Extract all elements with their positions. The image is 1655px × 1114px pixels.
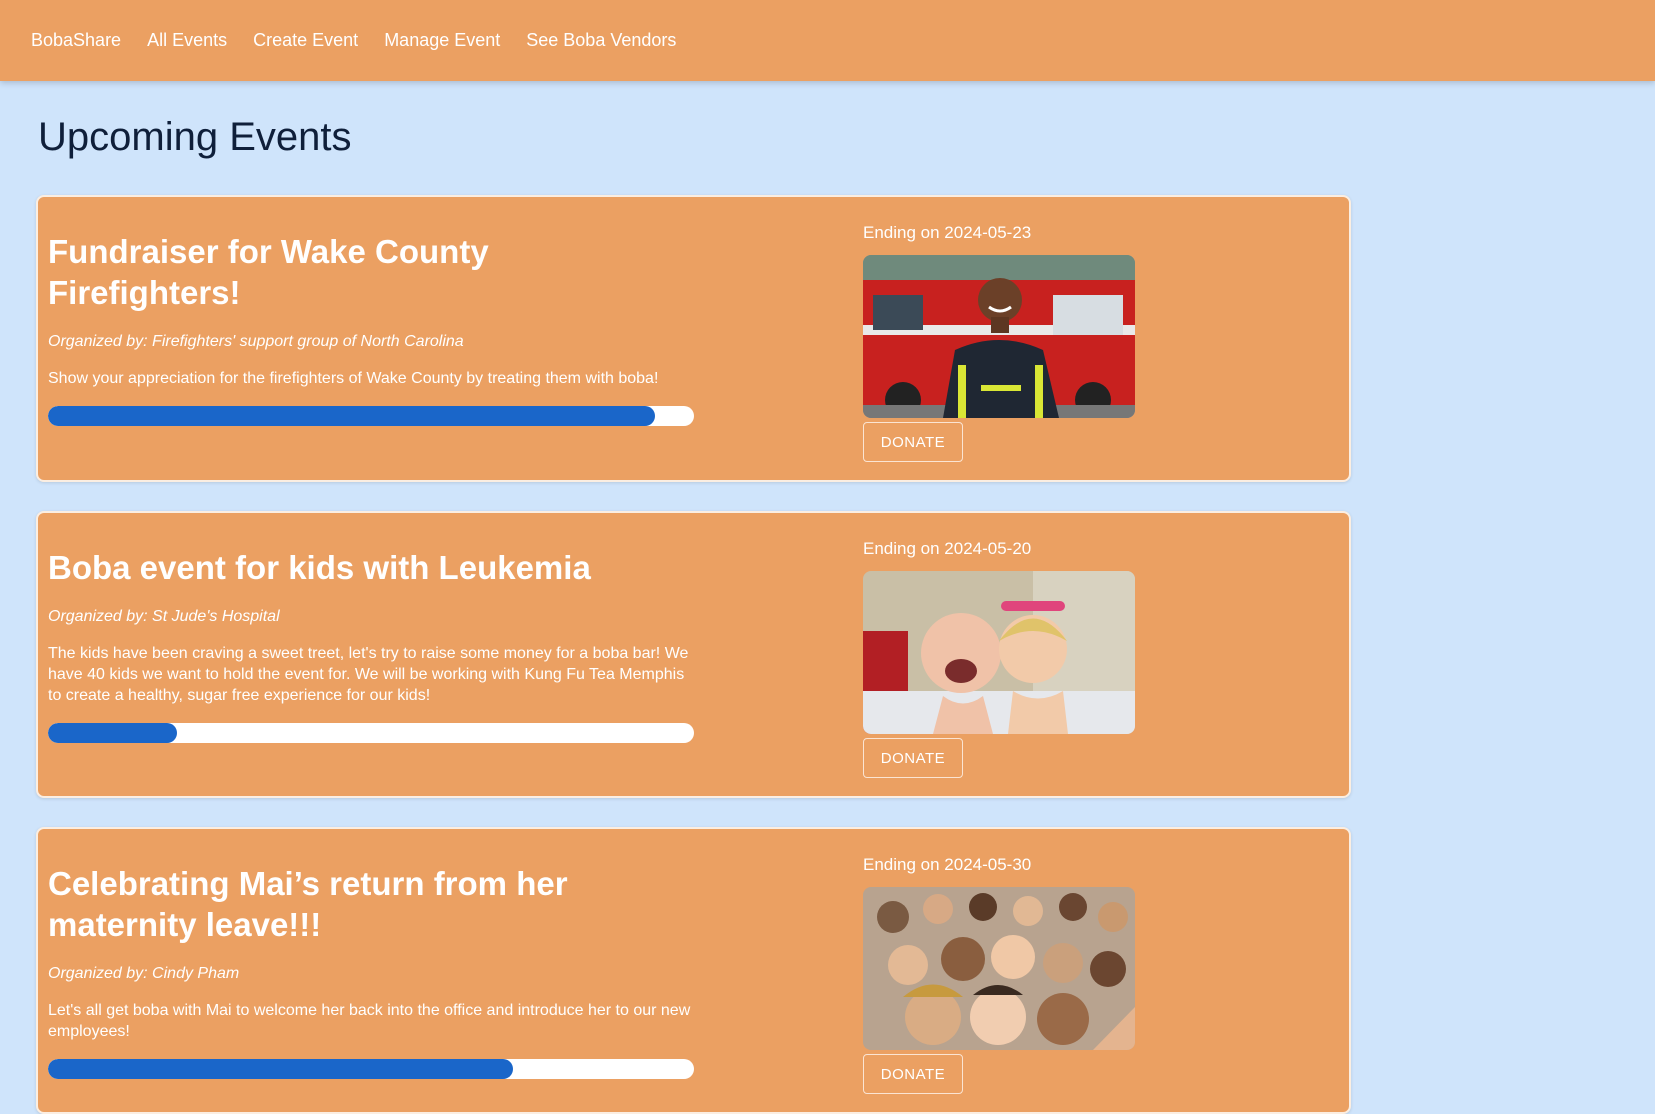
event-card: Fundraiser for Wake County Firefighters!… [36,195,1351,482]
navbar: BobaShare All Events Create Event Manage… [0,0,1655,81]
nav-brand[interactable]: BobaShare [31,30,121,51]
event-title: Celebrating Mai’s return from her matern… [48,865,568,943]
event-title: Fundraiser for Wake County Firefighters! [48,233,489,311]
event-organizer: Organized by: Firefighters' support grou… [48,333,464,350]
progress-bar [48,406,694,426]
firefighter-photo [863,255,1135,418]
event-organizer: Organized by: Cindy Pham [48,965,240,982]
group-selfie-photo [863,887,1135,1050]
nav-see-boba-vendors[interactable]: See Boba Vendors [526,30,676,51]
event-title: Boba event for kids with Leukemia [48,549,591,586]
donate-button[interactable]: DONATE [863,738,963,778]
event-ending-date: Ending on 2024-05-23 [863,223,1032,242]
page-title: Upcoming Events [38,115,352,159]
event-organizer: Organized by: St Jude's Hospital [48,608,280,625]
progress-fill [48,1059,514,1079]
nav-create-event[interactable]: Create Event [253,30,358,51]
progress-fill [48,406,656,426]
progress-fill [48,723,178,743]
event-description: The kids have been craving a sweet treet… [48,645,689,704]
progress-bar [48,723,694,743]
event-description: Let's all get boba with Mai to welcome h… [48,1002,691,1040]
donate-button[interactable]: DONATE [863,422,963,462]
event-card: Boba event for kids with Leukemia Organi… [36,511,1351,798]
event-description: Show your appreciation for the firefight… [48,370,659,387]
kids-photo [863,571,1135,734]
nav-all-events[interactable]: All Events [147,30,227,51]
progress-bar [48,1059,694,1079]
donate-button[interactable]: DONATE [863,1054,963,1094]
event-ending-date: Ending on 2024-05-30 [863,855,1032,874]
event-ending-date: Ending on 2024-05-20 [863,539,1032,558]
nav-manage-event[interactable]: Manage Event [384,30,500,51]
